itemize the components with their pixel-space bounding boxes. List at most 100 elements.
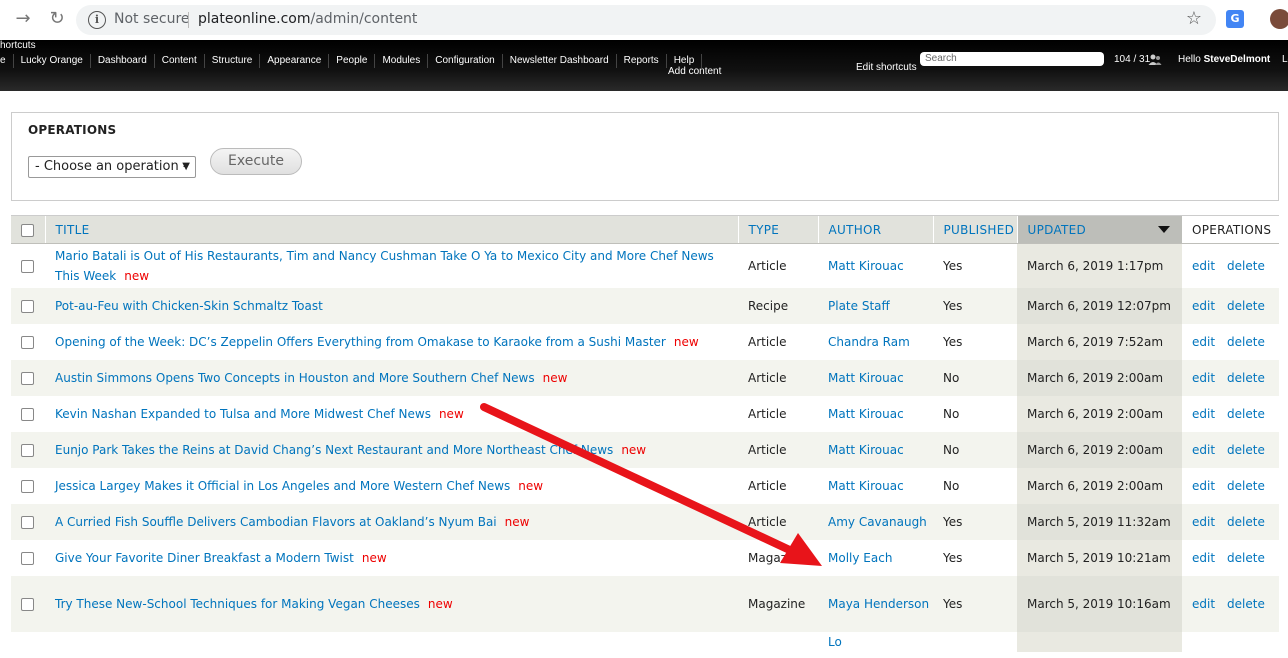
content-title-link[interactable]: Pot-au-Feu with Chicken-Skin Schmaltz To… xyxy=(55,299,323,313)
add-content-link[interactable]: Add content xyxy=(668,66,721,77)
row-checkbox[interactable] xyxy=(21,515,34,529)
header-type[interactable]: TYPE xyxy=(737,215,818,244)
header-updated[interactable]: UPDATED xyxy=(1016,215,1182,244)
header-published[interactable]: PUBLISHED xyxy=(932,215,1017,244)
translate-icon[interactable]: G xyxy=(1226,10,1244,28)
delete-link[interactable]: delete xyxy=(1227,597,1265,611)
header-updated-label[interactable]: UPDATED xyxy=(1028,223,1087,237)
content-title-link[interactable]: Opening of the Week: DC’s Zeppelin Offer… xyxy=(55,335,666,349)
header-title[interactable]: TITLE xyxy=(44,215,738,244)
content-title-link[interactable]: Austin Simmons Opens Two Concepts in Hou… xyxy=(55,371,535,385)
author-link[interactable]: Chandra Ram xyxy=(828,335,910,349)
edit-link[interactable]: edit xyxy=(1192,443,1215,457)
operations-cell: edit delete xyxy=(1182,243,1279,288)
row-checkbox[interactable] xyxy=(21,597,34,611)
header-title-label[interactable]: TITLE xyxy=(56,223,90,237)
admin-menu-item-modules[interactable]: Modules xyxy=(375,54,429,68)
logout-link[interactable]: Lo xyxy=(1282,54,1288,65)
edit-link[interactable]: edit xyxy=(1192,335,1215,349)
edit-link[interactable]: edit xyxy=(1192,479,1215,493)
admin-menu-item-reports[interactable]: Reports xyxy=(617,54,667,68)
row-checkbox[interactable] xyxy=(21,443,34,457)
content-title-link[interactable]: Try These New-School Techniques for Maki… xyxy=(55,597,420,611)
admin-menu-item-people[interactable]: People xyxy=(329,54,376,68)
edit-link[interactable]: edit xyxy=(1192,551,1215,565)
content-title-link[interactable]: A Curried Fish Souffle Delivers Cambodia… xyxy=(55,515,497,529)
row-checkbox[interactable] xyxy=(21,371,34,385)
row-checkbox[interactable] xyxy=(21,335,34,349)
delete-link[interactable]: delete xyxy=(1227,335,1265,349)
header-published-label[interactable]: PUBLISHED xyxy=(944,223,1015,237)
content-title-link[interactable]: Mario Batali is Out of His Restaurants, … xyxy=(55,249,714,283)
delete-link[interactable]: delete xyxy=(1227,407,1265,421)
delete-link[interactable]: delete xyxy=(1227,299,1265,313)
author-link[interactable]: Molly Each xyxy=(828,551,892,565)
admin-menu-item-dashboard[interactable]: Dashboard xyxy=(91,54,155,68)
delete-link[interactable]: delete xyxy=(1227,259,1265,273)
author-cell: Matt Kirouac xyxy=(818,395,933,432)
operation-select[interactable]: - Choose an operation - ▼ xyxy=(28,156,196,178)
row-checkbox[interactable] xyxy=(21,259,34,273)
edit-link[interactable]: edit xyxy=(1192,371,1215,385)
content-title-link[interactable]: Give Your Favorite Diner Breakfast a Mod… xyxy=(55,551,354,565)
select-all-checkbox[interactable] xyxy=(21,223,34,237)
author-link[interactable]: Amy Cavanaugh xyxy=(828,515,927,529)
forward-icon[interactable]: → xyxy=(12,8,34,30)
sort-desc-icon[interactable] xyxy=(1158,226,1170,233)
content-table: TITLE TYPE AUTHOR PUBLISHED UPDATED OPER… xyxy=(11,215,1279,652)
admin-menu-item-home[interactable]: e xyxy=(0,54,14,68)
author-link[interactable]: Matt Kirouac xyxy=(828,443,904,457)
profile-avatar[interactable] xyxy=(1270,9,1288,29)
edit-link[interactable]: edit xyxy=(1192,407,1215,421)
delete-link[interactable]: delete xyxy=(1227,371,1265,385)
header-author[interactable]: AUTHOR xyxy=(817,215,933,244)
admin-search-input[interactable]: Search xyxy=(920,52,1104,66)
header-author-label[interactable]: AUTHOR xyxy=(829,223,882,237)
edit-shortcuts-link[interactable]: Edit shortcuts xyxy=(856,62,917,73)
row-checkbox[interactable] xyxy=(21,299,34,313)
edit-link[interactable]: edit xyxy=(1192,259,1215,273)
admin-menu-item-content[interactable]: Content xyxy=(155,54,205,68)
type-cell: Magazine xyxy=(738,575,818,632)
content-title-link[interactable]: Eunjo Park Takes the Reins at David Chan… xyxy=(55,443,613,457)
header-type-label[interactable]: TYPE xyxy=(749,223,780,237)
execute-button[interactable]: Execute xyxy=(210,148,302,175)
author-link[interactable]: Plate Staff xyxy=(828,299,890,313)
edit-link[interactable]: edit xyxy=(1192,597,1215,611)
edit-link[interactable]: edit xyxy=(1192,515,1215,529)
author-cell: Matt Kirouac xyxy=(818,467,933,504)
delete-link[interactable]: delete xyxy=(1227,551,1265,565)
delete-link[interactable]: delete xyxy=(1227,479,1265,493)
admin-menu-item-structure[interactable]: Structure xyxy=(205,54,261,68)
admin-menu-item-configuration[interactable]: Configuration xyxy=(428,54,503,68)
author-link[interactable]: Lo xyxy=(828,635,842,649)
content-title-link[interactable]: Kevin Nashan Expanded to Tulsa and More … xyxy=(55,407,431,421)
row-checkbox[interactable] xyxy=(21,479,34,493)
delete-link[interactable]: delete xyxy=(1227,515,1265,529)
admin-menu-item-appearance[interactable]: Appearance xyxy=(260,54,330,68)
delete-link[interactable]: delete xyxy=(1227,443,1265,457)
bookmark-star-icon[interactable]: ☆ xyxy=(1186,8,1202,29)
url-text[interactable]: plateonline.com/admin/content xyxy=(198,11,417,27)
author-link[interactable]: Matt Kirouac xyxy=(828,407,904,421)
table-row: Mario Batali is Out of His Restaurants, … xyxy=(11,243,1279,288)
author-link[interactable]: Matt Kirouac xyxy=(828,479,904,493)
author-link[interactable]: Matt Kirouac xyxy=(828,371,904,385)
address-bar[interactable]: i Not secure plateonline.com/admin/conte… xyxy=(76,5,1216,35)
hello-user[interactable]: Hello SteveDelmont xyxy=(1178,54,1270,65)
edit-link[interactable]: edit xyxy=(1192,299,1215,313)
updated-cell: March 6, 2019 2:00am xyxy=(1017,431,1182,468)
title-cell: Austin Simmons Opens Two Concepts in Hou… xyxy=(45,359,738,396)
row-select-cell xyxy=(11,467,45,504)
author-link[interactable]: Maya Henderson xyxy=(828,597,929,611)
admin-menu-item-newsletter-dashboard[interactable]: Newsletter Dashboard xyxy=(503,54,617,68)
admin-menu-item-lucky-orange[interactable]: Lucky Orange xyxy=(14,54,91,68)
info-icon[interactable]: i xyxy=(88,11,106,29)
author-link[interactable]: Matt Kirouac xyxy=(828,259,904,273)
table-row: A Curried Fish Souffle Delivers Cambodia… xyxy=(11,503,1279,540)
content-title-link[interactable]: Jessica Largey Makes it Official in Los … xyxy=(55,479,510,493)
reload-icon[interactable]: ↻ xyxy=(46,8,68,30)
row-checkbox[interactable] xyxy=(21,551,34,565)
shortcuts-label[interactable]: hortcuts xyxy=(0,40,36,51)
row-checkbox[interactable] xyxy=(21,407,34,421)
